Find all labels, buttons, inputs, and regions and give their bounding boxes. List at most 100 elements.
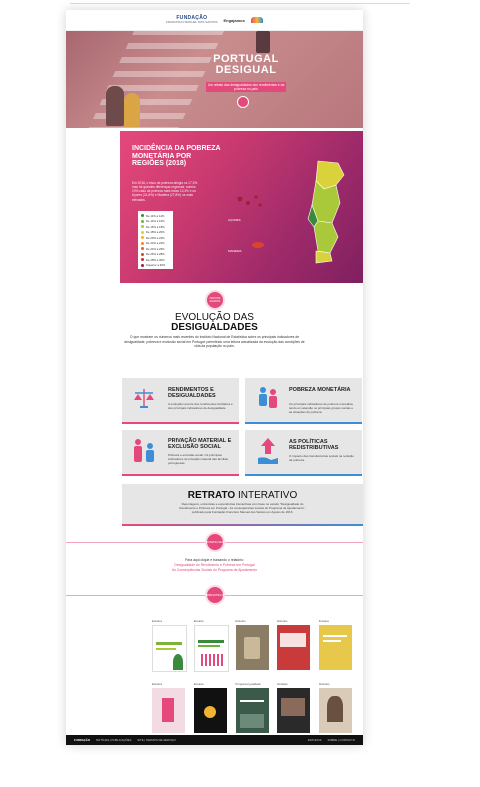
- book-category: Ensaios: [319, 619, 329, 623]
- hero-title: PORTUGAL DESIGUAL: [206, 54, 286, 76]
- card-politicas[interactable]: AS POLÍTICAS REDISTRIBUTIVAS O impacto d…: [245, 430, 362, 476]
- footer-brand[interactable]: FUNDAÇÃO: [74, 738, 90, 742]
- map-region-azores-dot: [246, 201, 250, 205]
- legend-swatch: [141, 219, 144, 223]
- map-region-azores-dot: [258, 203, 262, 207]
- madeira-label: MADEIRA: [228, 249, 242, 253]
- map-description: Em 2018, o risco de pobreza atingia os 1…: [132, 181, 198, 202]
- legend-label: De 28% a 30%: [146, 257, 165, 262]
- legend-swatch: [141, 263, 144, 267]
- legend-label: De 20% a 22%: [146, 235, 165, 240]
- map-region-madeira: [252, 242, 264, 248]
- pedestrian-image: [124, 93, 140, 127]
- book-item[interactable]: Programa Igualdade: [235, 682, 269, 733]
- book-item[interactable]: Estudos: [235, 619, 269, 672]
- book-item[interactable]: Estudos: [277, 619, 311, 672]
- retrato-accent-bar: [122, 524, 363, 526]
- map-region-alentejo: [313, 220, 339, 254]
- book-category: Debates: [277, 682, 288, 686]
- book-cover: [152, 625, 187, 672]
- legend-swatch: [141, 258, 144, 262]
- footer-link[interactable]: SITE | TERMOS DE SERVIÇO: [137, 738, 175, 742]
- biblioteca-icon-label: BIBLIOTECA: [206, 592, 224, 597]
- biblioteca-icon[interactable]: BIBLIOTECA: [205, 585, 225, 605]
- legend-swatch: [141, 247, 144, 251]
- legend-swatch: [141, 230, 144, 234]
- book-item[interactable]: Ensaios: [193, 682, 227, 733]
- card-title: PRIVAÇÃO MATERIAL E EXCLUSÃO SOCIAL: [168, 438, 232, 450]
- people-icon: [259, 387, 277, 408]
- azores-label: AÇORES: [228, 218, 241, 222]
- page-container: FUNDAÇÃO FRANCISCO MANUEL DOS SANTOS Eng…: [66, 10, 363, 745]
- legend-label: De 22% a 24%: [146, 241, 165, 246]
- site-header: FUNDAÇÃO FRANCISCO MANUEL DOS SANTOS Eng…: [66, 10, 363, 31]
- hero-subtitle: Um retrato das desigualdades dos rendime…: [206, 82, 286, 93]
- novos-dados-icon[interactable]: NOVOS DADOS: [205, 290, 225, 310]
- book-cover: [235, 625, 269, 670]
- pedestrian-image: [106, 86, 124, 126]
- poverty-map-section: INCIDÊNCIA DA POBREZA MONETÁRIA POR REGI…: [120, 131, 363, 283]
- book-category: Estudos: [152, 619, 163, 623]
- book-cover: [277, 688, 311, 733]
- map-region-algarve: [315, 250, 333, 264]
- card-title: RENDIMENTOS E DESIGUALDADES: [168, 387, 216, 399]
- card-pobreza[interactable]: POBREZA MONETÁRIA Os principais indicado…: [245, 378, 362, 424]
- legend-label: De 14% a 16%: [146, 219, 165, 224]
- legend-label: De 24% a 26%: [146, 246, 165, 251]
- legend-swatch: [141, 252, 144, 256]
- portugal-map[interactable]: [220, 141, 360, 281]
- footer-link[interactable]: ESTUDOS: [308, 738, 322, 742]
- site-footer: FUNDAÇÃO NOTÍCIAS | PUBLICAÇÕES SITE | T…: [66, 735, 363, 745]
- book-item[interactable]: Retratos: [319, 682, 352, 733]
- legend-swatch: [141, 225, 144, 229]
- top-strip: [0, 0, 480, 6]
- card-title: POBREZA MONETÁRIA: [289, 387, 351, 393]
- book-cover: [193, 625, 229, 672]
- legend-label: De 26% a 28%: [146, 252, 165, 257]
- evolution-description: O que mostram os números mais recentes d…: [124, 335, 305, 349]
- book-row-1: Estudos Ensaios Estudos Estudos Ensaios: [152, 619, 352, 672]
- book-cover: [152, 688, 185, 733]
- map-legend: De 11% a 14% De 14% a 16% De 16% a 18% De 1…: [138, 211, 173, 269]
- footer-left: FUNDAÇÃO NOTÍCIAS | PUBLICAÇÕES SITE | T…: [74, 738, 176, 742]
- retrato-interativo-card[interactable]: RETRATO INTERATIVO Reportagens, entrevis…: [122, 484, 363, 526]
- book-row-2: Estudos Ensaios Programa Igualdade Debat…: [152, 682, 352, 733]
- book-category: Retratos: [319, 682, 330, 686]
- evolution-heading: EVOLUÇÃO DAS DESIGUALDADES: [66, 313, 363, 334]
- evolution-title-b: DESIGUALDADES: [171, 322, 258, 333]
- legend-label: De 16% a 18%: [146, 224, 165, 229]
- partner-logo-text[interactable]: Engajamos: [224, 18, 245, 23]
- crosswalk-image: [73, 31, 229, 128]
- book-item[interactable]: Estudos: [152, 682, 185, 733]
- book-cover: [319, 688, 352, 733]
- book-item[interactable]: Estudos: [152, 619, 187, 672]
- legend-swatch: [141, 241, 144, 245]
- book-cover: [277, 625, 311, 670]
- download-link-program[interactable]: As Consequências Sociais do Programa de …: [116, 568, 313, 573]
- logo-sub-text: FRANCISCO MANUEL DOS SANTOS: [166, 20, 218, 24]
- book-cover: [319, 625, 352, 670]
- footer-link[interactable]: SOBRE | CONTACTO: [327, 738, 355, 742]
- book-item[interactable]: Ensaios: [319, 619, 352, 672]
- pedestrian-image: [256, 31, 270, 53]
- book-item[interactable]: Ensaios: [193, 619, 229, 672]
- hand-arrow-icon: [258, 438, 278, 464]
- card-rendimentos[interactable]: RENDIMENTOS E DESIGUALDADES A evolução r…: [122, 378, 239, 424]
- footer-link[interactable]: NOTÍCIAS | PUBLICAÇÕES: [96, 738, 131, 742]
- legend-item: Superior a 30%: [141, 263, 170, 269]
- ffms-logo[interactable]: FUNDAÇÃO FRANCISCO MANUEL DOS SANTOS: [166, 16, 217, 24]
- book-category: Estudos: [277, 619, 288, 623]
- hero-title-line2: DESIGUAL: [215, 64, 277, 76]
- retrato-title-rest: INTERATIVO: [235, 490, 298, 501]
- download-text: Para aqui clique e baixando o relatório:…: [116, 558, 313, 573]
- download-icon[interactable]: DOWNLOAD: [205, 532, 225, 552]
- book-category: Programa Igualdade: [235, 682, 261, 686]
- map-region-azores-dot: [254, 195, 258, 199]
- legend-label: De 18% a 20%: [146, 230, 165, 235]
- legend-label: Superior a 30%: [146, 263, 166, 268]
- retrato-description: Reportagens, entrevistas e experiências …: [179, 502, 306, 514]
- card-privacao[interactable]: PRIVAÇÃO MATERIAL E EXCLUSÃO SOCIAL Pobr…: [122, 430, 239, 476]
- book-item[interactable]: Debates: [277, 682, 311, 733]
- hero-scroll-button[interactable]: [237, 96, 249, 108]
- book-category: Ensaios: [193, 682, 204, 686]
